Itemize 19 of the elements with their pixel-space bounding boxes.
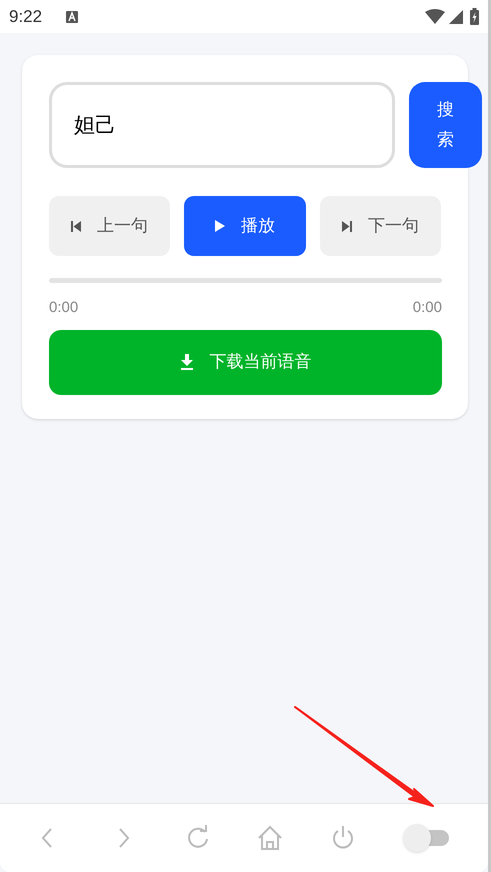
previous-button[interactable]: 上一句 <box>49 196 170 256</box>
home-icon[interactable] <box>256 824 282 852</box>
current-time: 0:00 <box>49 298 78 318</box>
progress-track[interactable] <box>49 278 442 283</box>
play-icon <box>214 220 225 232</box>
search-button[interactable]: 搜索 <box>409 82 482 168</box>
skip-previous-icon <box>71 220 82 232</box>
total-time: 0:00 <box>412 298 442 318</box>
wifi-icon <box>425 9 445 24</box>
search-field[interactable]: 妲己 <box>49 82 395 168</box>
download-icon <box>180 354 194 370</box>
skip-next-icon <box>342 220 352 232</box>
status-time: 9:22 <box>9 6 42 28</box>
battery-icon <box>470 8 479 25</box>
keyboard-icon <box>66 10 78 22</box>
play-button[interactable]: 播放 <box>184 196 306 256</box>
next-button[interactable]: 下一句 <box>320 196 441 256</box>
signal-icon <box>449 10 463 24</box>
toggle-switch[interactable] <box>402 824 450 852</box>
